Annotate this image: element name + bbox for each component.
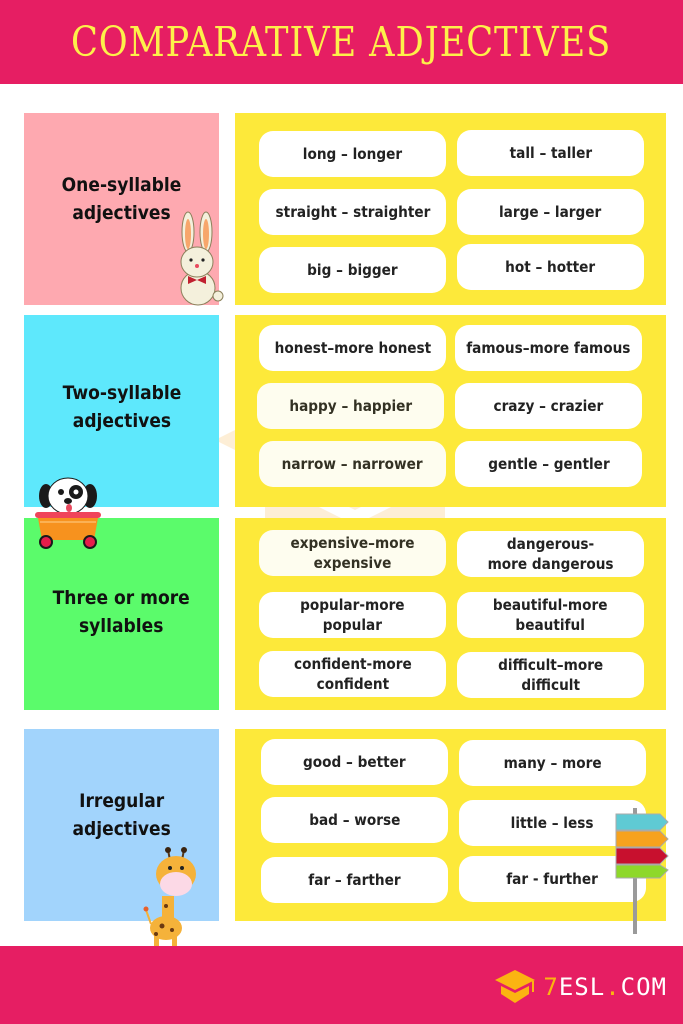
- signpost-icon: [615, 808, 669, 934]
- example-pill: confident-more confident: [259, 651, 446, 697]
- example-pill: many – more: [459, 740, 646, 786]
- section-one-syllable: One-syllable adjectives long – longer ta…: [0, 113, 683, 305]
- example-pill: dangerous- more dangerous: [457, 531, 644, 577]
- category-label: Irregular adjectives: [72, 790, 171, 840]
- rabbit-icon: [180, 211, 224, 306]
- example-pill: famous–more famous: [455, 325, 642, 371]
- category-label: Three or more syllables: [52, 587, 191, 637]
- example-pill: gentle – gentler: [455, 441, 642, 487]
- graduation-cap-icon: [495, 970, 536, 1003]
- example-pill: hot – hotter: [457, 244, 644, 290]
- example-pill: large – larger: [457, 189, 644, 235]
- example-pill: straight – straighter: [259, 189, 446, 235]
- dog-in-cart-icon: [35, 477, 101, 549]
- example-pill: happy – happier: [257, 383, 444, 429]
- example-pill: honest–more honest: [259, 325, 446, 371]
- example-pill: expensive–more expensive: [259, 530, 446, 576]
- category-label: One-syllable adjectives: [61, 174, 182, 224]
- examples-panel: good – better many – more bad – worse li…: [235, 729, 666, 921]
- examples-panel: honest–more honest famous–more famous ha…: [235, 315, 666, 507]
- example-pill: popular-more popular: [259, 592, 446, 638]
- logo-text: 7ESL.COM: [543, 973, 667, 1001]
- example-pill: tall – taller: [457, 130, 644, 176]
- example-pill: beautiful-more beautiful: [457, 592, 644, 638]
- giraffe-icon: [143, 847, 196, 946]
- examples-panel: expensive–more expensive dangerous- more…: [235, 518, 666, 710]
- header-banner: COMPARATIVE ADJECTIVES: [0, 0, 683, 84]
- example-pill: big – bigger: [259, 247, 446, 293]
- example-pill: long – longer: [259, 131, 446, 177]
- section-irregular: Irregular adjectives good – better many …: [0, 729, 683, 921]
- category-label: Two-syllable adjectives: [62, 382, 181, 432]
- example-pill: difficult–more difficult: [457, 652, 644, 698]
- footer-banner: 7ESL.COM: [0, 946, 683, 1024]
- example-pill: good – better: [261, 739, 448, 785]
- example-pill: far – farther: [261, 857, 448, 903]
- example-pill: narrow – narrower: [259, 441, 446, 487]
- site-logo[interactable]: 7ESL.COM: [493, 970, 667, 1004]
- examples-panel: long – longer tall – taller straight – s…: [235, 113, 666, 305]
- example-pill: bad – worse: [261, 797, 448, 843]
- example-pill: crazy – crazier: [455, 383, 642, 429]
- page-title: COMPARATIVE ADJECTIVES: [71, 18, 612, 66]
